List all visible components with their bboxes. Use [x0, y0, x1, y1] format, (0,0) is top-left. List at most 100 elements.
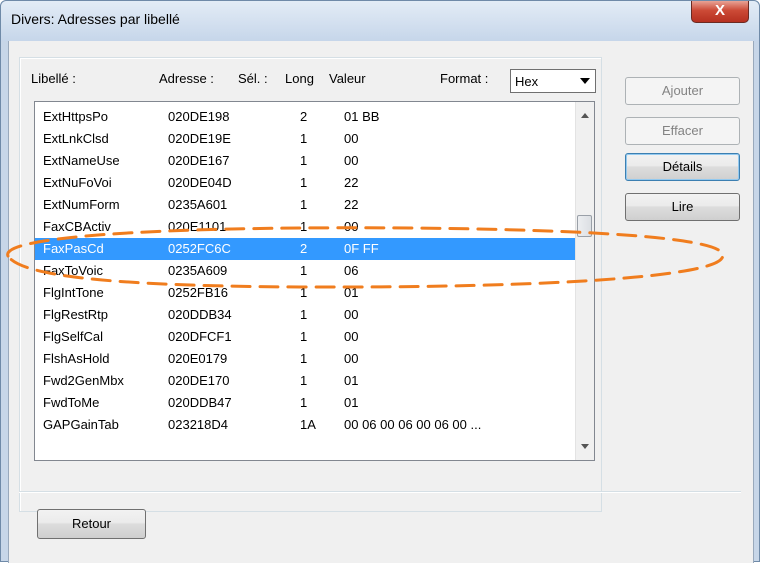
- bottom-separator: [19, 491, 741, 493]
- header-sel: Sél. :: [238, 71, 268, 86]
- format-select[interactable]: Hex: [510, 69, 596, 93]
- list-row[interactable]: FaxPasCd 0252FC6C 2 0F FF: [35, 238, 575, 260]
- window-title: Divers: Adresses par libellé: [11, 11, 180, 27]
- row-value: 01: [344, 395, 359, 410]
- row-long: 1: [300, 175, 308, 190]
- close-button[interactable]: X: [691, 1, 749, 23]
- row-address: 020E0179: [168, 351, 228, 366]
- row-label: FaxCBActiv: [43, 219, 111, 234]
- list-row[interactable]: ExtNameUse 020DE167 1 00: [35, 150, 575, 172]
- header-long: Long: [285, 71, 314, 86]
- row-address: 020DDB47: [168, 395, 232, 410]
- title-bar[interactable]: Divers: Adresses par libellé X: [1, 1, 759, 41]
- row-address: 0252FB16: [168, 285, 228, 300]
- row-value: 00: [344, 153, 359, 168]
- row-address: 020DE04D: [168, 175, 232, 190]
- row-long: 1: [300, 153, 308, 168]
- row-long: 1: [300, 219, 308, 234]
- list-row[interactable]: ExtNumForm 0235A601 1 22: [35, 194, 575, 216]
- row-value: 00: [344, 329, 359, 344]
- row-value: 01: [344, 285, 359, 300]
- row-long: 2: [300, 241, 308, 256]
- row-long: 1: [300, 197, 308, 212]
- list-row[interactable]: Fwd2GenMbx 020DE170 1 01: [35, 370, 575, 392]
- row-address: 020DE170: [168, 373, 230, 388]
- list-row[interactable]: ExtLnkClsd 020DE19E 1 00: [35, 128, 575, 150]
- vertical-scrollbar[interactable]: [575, 102, 594, 460]
- row-address: 020DDB34: [168, 307, 232, 322]
- row-address: 020DE19E: [168, 131, 231, 146]
- row-label: ExtHttpsPo: [43, 109, 109, 124]
- list-row[interactable]: FwdToMe 020DDB47 1 01: [35, 392, 575, 414]
- row-long: 1: [300, 285, 308, 300]
- row-value: 22: [344, 197, 359, 212]
- list-row[interactable]: FaxCBActiv 020E1101 1 00: [35, 216, 575, 238]
- dialog-window: Divers: Adresses par libellé X Libellé :…: [0, 0, 760, 563]
- row-long: 1: [300, 329, 308, 344]
- row-long: 1: [300, 395, 308, 410]
- row-address: 020DFCF1: [168, 329, 232, 344]
- header-address: Adresse :: [159, 71, 214, 86]
- row-address: 0235A609: [168, 263, 228, 278]
- row-address: 020DE167: [168, 153, 230, 168]
- scroll-down-arrow-icon[interactable]: [581, 444, 589, 449]
- row-value: 06: [344, 263, 359, 278]
- retour-button[interactable]: Retour: [37, 509, 146, 539]
- effacer-button[interactable]: Effacer: [625, 117, 740, 145]
- lire-button[interactable]: Lire: [625, 193, 740, 221]
- row-value: 01 BB: [344, 109, 380, 124]
- row-label: FlgIntTone: [43, 285, 104, 300]
- row-label: GAPGainTab: [43, 417, 119, 432]
- address-list[interactable]: GAPGainTab 023218D4 1A 00 06 00 06 00 06 00…: [34, 101, 595, 461]
- row-label: ExtNuFoVoi: [43, 175, 112, 190]
- row-long: 1: [300, 373, 308, 388]
- scroll-up-arrow-icon[interactable]: [581, 113, 589, 118]
- row-label: FaxPasCd: [43, 241, 104, 256]
- details-button[interactable]: Détails: [625, 153, 740, 181]
- row-value: 00: [344, 219, 359, 234]
- row-label: FlshAsHold: [43, 351, 110, 366]
- row-value: 00: [344, 131, 359, 146]
- ajouter-button[interactable]: Ajouter: [625, 77, 740, 105]
- row-long: 1: [300, 351, 308, 366]
- row-label: Fwd2GenMbx: [43, 373, 124, 388]
- list-row[interactable]: FaxToVoic 0235A609 1 06: [35, 260, 575, 282]
- row-address: 023218D4: [168, 417, 228, 432]
- row-label: ExtNumForm: [43, 197, 120, 212]
- list-row[interactable]: ExtHttpsPo 020DE198 2 01 BB: [35, 106, 575, 128]
- row-value: 00: [344, 351, 359, 366]
- format-select-value: Hex: [515, 74, 539, 89]
- row-value: 00 06 00 06 00 06 00 ...: [344, 417, 482, 432]
- list-row[interactable]: FlshAsHold 020E0179 1 00: [35, 348, 575, 370]
- list-row[interactable]: ExtNuFoVoi 020DE04D 1 22: [35, 172, 575, 194]
- list-row[interactable]: GAPGainTab 023218D4 1A 00 06 00 06 00 06 00…: [35, 414, 575, 436]
- header-label: Libellé :: [31, 71, 76, 86]
- row-value: 01: [344, 373, 359, 388]
- row-long: 2: [300, 109, 308, 124]
- row-label: ExtLnkClsd: [43, 131, 109, 146]
- list-row[interactable]: FlgRestRtp 020DDB34 1 00: [35, 304, 575, 326]
- row-label: FwdToMe: [43, 395, 100, 410]
- row-label: ExtNameUse: [43, 153, 120, 168]
- row-label: FaxToVoic: [43, 263, 103, 278]
- row-long: 1A: [300, 417, 316, 432]
- list-row[interactable]: FlgIntTone 0252FB16 1 01: [35, 282, 575, 304]
- row-label: FlgSelfCal: [43, 329, 103, 344]
- row-value: 22: [344, 175, 359, 190]
- header-value: Valeur: [329, 71, 366, 86]
- row-value: 0F FF: [344, 241, 379, 256]
- row-long: 1: [300, 131, 308, 146]
- row-address: 0235A601: [168, 197, 228, 212]
- list-row[interactable]: FlgSelfCal 020DFCF1 1 00: [35, 326, 575, 348]
- row-long: 1: [300, 307, 308, 322]
- row-address: 020E1101: [168, 219, 227, 234]
- scrollbar-thumb[interactable]: [577, 215, 592, 237]
- row-value: 00: [344, 307, 359, 322]
- row-long: 1: [300, 263, 308, 278]
- dialog-client-area: Libellé : Adresse : Sél. : Long Valeur F…: [8, 41, 754, 563]
- row-label: FlgRestRtp: [43, 307, 109, 322]
- row-address: 020DE198: [168, 109, 230, 124]
- row-address: 0252FC6C: [168, 241, 231, 256]
- chevron-down-icon: [580, 78, 590, 84]
- close-x-icon: X: [714, 2, 725, 19]
